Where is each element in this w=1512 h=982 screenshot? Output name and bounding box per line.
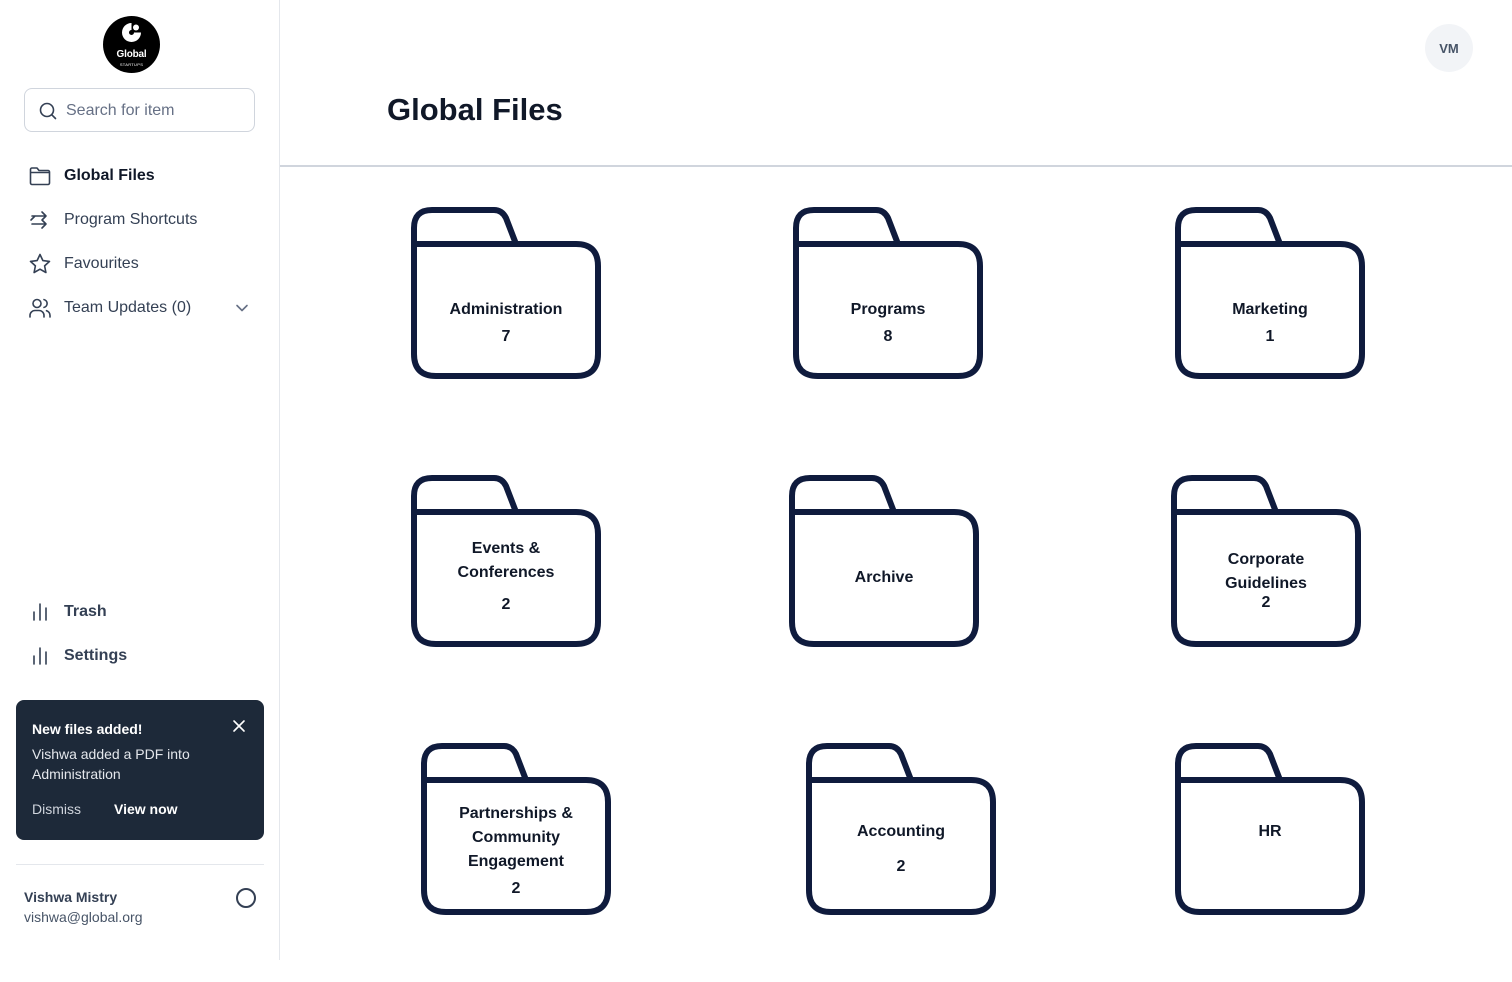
nav-item-favourites[interactable]: Favourites	[28, 250, 139, 278]
nav-item-program-shortcuts[interactable]: Program Shortcuts	[28, 206, 197, 234]
folder-icon	[1175, 207, 1365, 379]
folder-archive[interactable]: Archive	[788, 474, 980, 650]
folder-name: Archive	[854, 569, 914, 586]
folder-count: 8	[883, 328, 893, 345]
star-icon	[28, 252, 52, 276]
folder-marketing[interactable]: Marketing 1	[1174, 206, 1366, 382]
folder-icon	[28, 164, 52, 188]
header-divider	[280, 165, 1512, 167]
folder-name: Accounting	[857, 823, 945, 840]
folder-name: HR	[1258, 823, 1282, 840]
user-status-radio[interactable]	[236, 888, 256, 908]
search-box[interactable]	[24, 88, 255, 132]
close-icon[interactable]	[229, 716, 249, 736]
folder-name: Marketing	[1232, 301, 1308, 318]
folder-name-line-1: Corporate	[1227, 551, 1305, 568]
folder-corporate-guidelines[interactable]: Corporate Guidelines 2	[1170, 474, 1362, 650]
nav-item-trash[interactable]: Trash	[28, 598, 107, 626]
folder-count: 2	[1261, 594, 1271, 611]
logo-text: Global	[116, 49, 147, 60]
nav-label-program-shortcuts: Program Shortcuts	[64, 211, 198, 228]
user-name: Vishwa Mistry	[24, 889, 118, 905]
nav-label-trash: Trash	[64, 603, 107, 620]
folder-count: 7	[501, 328, 511, 345]
shortcut-arrows-icon	[28, 208, 52, 232]
users-icon	[28, 296, 52, 320]
nav-label-global-files: Global Files	[64, 167, 155, 184]
nav-item-team-updates[interactable]: Team Updates (0)	[28, 294, 191, 322]
nav-label-favourites: Favourites	[64, 255, 139, 272]
folder-name-line-2: Community	[472, 829, 560, 846]
logo-mark-icon	[122, 23, 141, 42]
page-title: Global Files	[387, 92, 563, 127]
toast-title: New files added!	[32, 721, 143, 737]
folder-programs[interactable]: Programs 8	[792, 206, 984, 382]
folder-name: Programs	[850, 301, 926, 318]
search-input[interactable]	[66, 99, 246, 123]
folder-icon	[793, 207, 983, 379]
folder-count: 2	[501, 596, 511, 613]
folder-count: 2	[511, 880, 521, 897]
folder-icon	[789, 475, 979, 647]
sidebar: Global STARTUPS Global Files Program Sho…	[0, 0, 280, 960]
logo-subtext: STARTUPS	[119, 62, 144, 67]
folder-count: 2	[896, 858, 906, 875]
folder-name-line-1: Events &	[471, 540, 541, 557]
folder-count: 1	[1265, 328, 1275, 345]
folder-name-line-2: Guidelines	[1225, 575, 1307, 592]
avatar[interactable]: VM	[1425, 24, 1473, 72]
folder-accounting[interactable]: Accounting 2	[805, 742, 997, 918]
nav-item-settings[interactable]: Settings	[28, 642, 127, 670]
folder-name-line-2: Conferences	[457, 564, 555, 581]
folder-icon	[411, 207, 601, 379]
chevron-down-icon[interactable]	[232, 298, 252, 318]
bar-chart-icon	[28, 600, 52, 624]
folder-name: Administration	[449, 301, 563, 318]
sidebar-divider	[16, 864, 264, 865]
bar-chart-icon	[28, 644, 52, 668]
folder-administration[interactable]: Administration 7	[410, 206, 602, 382]
user-email: vishwa@global.org	[24, 909, 143, 925]
search-icon	[39, 102, 57, 120]
nav-label-settings: Settings	[64, 647, 128, 664]
view-now-button[interactable]: View now	[114, 801, 178, 817]
folder-hr[interactable]: HR	[1174, 742, 1366, 918]
dismiss-button[interactable]: Dismiss	[32, 801, 81, 817]
global-startups-logo[interactable]: Global STARTUPS	[103, 16, 160, 73]
nav-item-global-files[interactable]: Global Files	[28, 162, 155, 190]
folder-name-line-1: Partnerships &	[459, 805, 573, 822]
folder-name-line-3: Engagement	[467, 853, 564, 870]
folder-events-conferences[interactable]: Events & Conferences 2	[410, 474, 602, 650]
nav-label-team-updates: Team Updates (0)	[64, 299, 192, 316]
toast-body: Vishwa added a PDF into Administration	[32, 746, 190, 782]
notification-toast: New files added! Vishwa added a PDF into…	[16, 700, 264, 840]
folder-partnerships-community-engagement[interactable]: Partnerships & Community Engagement 2	[420, 742, 612, 918]
